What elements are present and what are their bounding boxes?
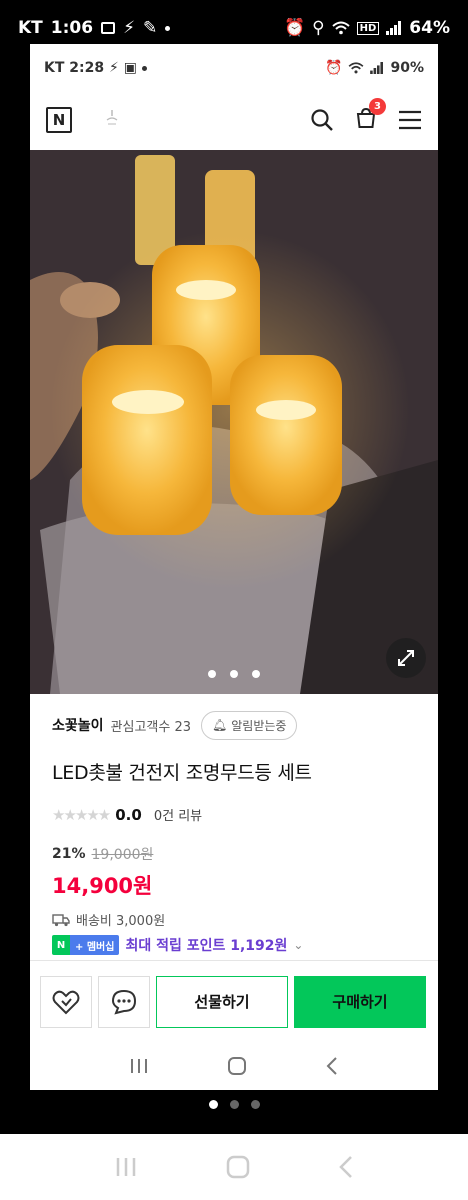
membership-badge: N + 멤버십 (52, 935, 120, 955)
store-row: 소꽃놀이 관심고객수 23 🔔︎ 알림받는중 (52, 710, 416, 740)
bolt-icon: ⚡ (123, 18, 136, 38)
outer-back-icon[interactable] (338, 1155, 354, 1179)
wifi-icon (331, 21, 350, 35)
purchase-action-bar: 선물하기 구매하기 (30, 960, 438, 1042)
shipping-fee: 배송비 3,000원 (76, 914, 166, 929)
rating-score: 0.0 (115, 805, 142, 824)
inner-more-icon (141, 65, 147, 71)
screenshot-pager (0, 1100, 468, 1109)
inner-signal-icon (370, 62, 384, 74)
pager-dot (208, 1100, 218, 1109)
pager-dot[interactable] (230, 670, 238, 678)
inner-alarm-icon: ⏰ (325, 60, 343, 76)
notification-icon: ✎ (143, 18, 158, 38)
rating-stars-icon: ★★★★★ (52, 805, 111, 824)
pager-dot[interactable] (252, 670, 260, 678)
favorite-count: 관심고객수 23 (110, 719, 192, 735)
points-row[interactable]: N + 멤버십 최대 적립 포인트 1,192원 ⌄ (52, 935, 416, 955)
inner-bolt-icon: ⚡ (108, 60, 119, 76)
app-header: N 3 (30, 92, 438, 148)
outer-navigation-bar (0, 1134, 468, 1200)
back-icon[interactable] (325, 1056, 339, 1076)
rating-row[interactable]: ★★★★★ 0.0 0건 리뷰 (52, 805, 416, 825)
discount-rate: 21% (52, 846, 86, 862)
expand-image-button[interactable] (386, 638, 426, 678)
outer-home-icon[interactable] (226, 1155, 250, 1179)
max-points: 최대 적립 포인트 1,192원 (125, 938, 288, 954)
pager-dot[interactable] (208, 670, 216, 678)
truck-icon (52, 913, 70, 926)
membership-n: N (52, 935, 70, 955)
naver-logo[interactable]: N (46, 107, 72, 133)
gallery-icon (101, 22, 116, 34)
candle-photo (30, 150, 438, 694)
review-count[interactable]: 0건 리뷰 (154, 805, 202, 824)
bell-icon: 🔔︎ (212, 718, 228, 732)
recent-apps-icon[interactable] (129, 1057, 149, 1075)
alarm-icon: ⏰ (284, 18, 306, 38)
alarm-label: 알림받는중 (231, 718, 287, 733)
cart-button[interactable]: 3 (354, 98, 386, 134)
product-title: LED촛불 건전지 조명무드등 세트 (52, 762, 312, 784)
search-icon[interactable] (310, 108, 334, 132)
store-name[interactable]: 소꽃놀이 (52, 715, 104, 735)
home-icon[interactable] (227, 1056, 247, 1076)
chevron-down-icon: ⌄ (293, 938, 304, 952)
clock: 1:06 (50, 18, 94, 38)
store-logo-icon[interactable] (102, 108, 122, 132)
app-screen: KT 2:28 ⚡ ▣ ⏰ 90% × N 3 소꽃놀이 관심고객수 23 🔔︎… (30, 44, 438, 1090)
hd-icon: HD (356, 21, 380, 35)
inner-navigation-bar (30, 1042, 438, 1090)
wishlist-button[interactable] (40, 975, 92, 1028)
heart-icon (52, 990, 80, 1014)
discount-row: 21% 19,000원 (52, 844, 416, 864)
original-price: 19,000원 (91, 847, 154, 863)
inner-status-bar: KT 2:28 ⚡ ▣ ⏰ 90% (30, 44, 438, 92)
inner-battery: 90% (390, 60, 424, 76)
gift-button[interactable]: 선물하기 (156, 975, 288, 1028)
product-info: 소꽃놀이 관심고객수 23 🔔︎ 알림받는중 LED촛불 건전지 조명무드등 세… (30, 694, 438, 955)
signal-icon (386, 21, 402, 35)
shipping-row: 배송비 3,000원 (52, 910, 416, 929)
chat-icon (111, 989, 137, 1014)
pager-dot (229, 1100, 239, 1109)
alarm-subscribe-button[interactable]: 🔔︎ 알림받는중 (201, 710, 298, 740)
buy-button[interactable]: 구매하기 (294, 975, 426, 1028)
carrier-label: KT (18, 18, 43, 38)
inner-wifi-icon (349, 62, 364, 74)
product-image[interactable] (30, 150, 438, 694)
battery-level: 64% (409, 18, 450, 38)
inner-notification-icon: ▣ (123, 60, 137, 76)
more-notifications-icon (165, 25, 171, 31)
expand-icon (398, 650, 414, 666)
location-icon: ⚲ (312, 18, 325, 38)
sale-price: 14,900원 (52, 874, 153, 898)
gallery-pager (30, 670, 438, 678)
inner-clock: 2:28 (69, 60, 105, 76)
outer-recent-apps-icon[interactable] (114, 1156, 138, 1178)
membership-label: + 멤버십 (70, 935, 120, 955)
pager-dot (250, 1100, 260, 1109)
menu-icon[interactable] (398, 109, 422, 131)
talk-button[interactable] (98, 975, 150, 1028)
cart-count-badge: 3 (369, 98, 386, 115)
